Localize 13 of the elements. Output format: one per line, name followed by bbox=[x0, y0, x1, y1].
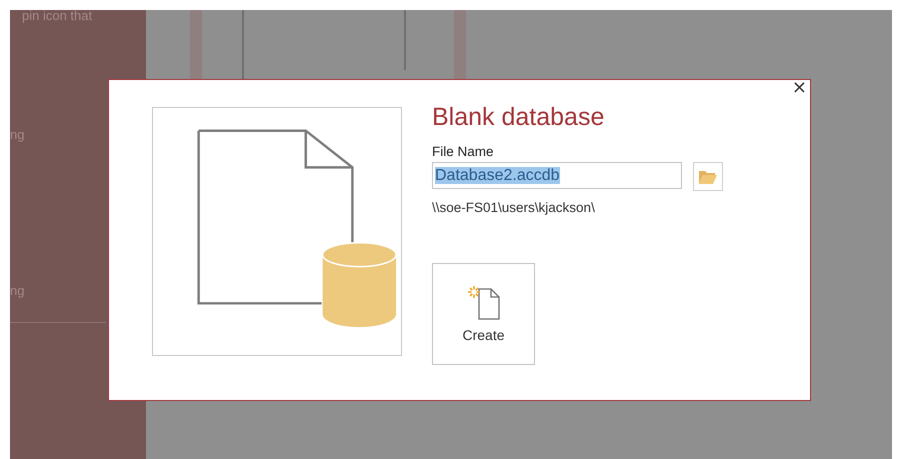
browse-button[interactable] bbox=[693, 162, 723, 191]
dialog-title: Blank database bbox=[432, 102, 604, 133]
file-name-field[interactable]: Database2.accdb bbox=[432, 162, 682, 189]
close-icon[interactable]: × bbox=[792, 79, 807, 97]
background-line bbox=[404, 10, 406, 70]
background-panel-edge bbox=[190, 10, 202, 80]
folder-path: \\soe-FS01\users\kjackson\ bbox=[432, 200, 595, 215]
create-button[interactable]: Create bbox=[432, 263, 535, 365]
background-panel-edge bbox=[454, 10, 466, 80]
folder-icon bbox=[698, 168, 718, 184]
new-file-icon bbox=[466, 285, 500, 321]
field-label: File Name bbox=[432, 144, 494, 159]
background-line bbox=[242, 10, 244, 80]
